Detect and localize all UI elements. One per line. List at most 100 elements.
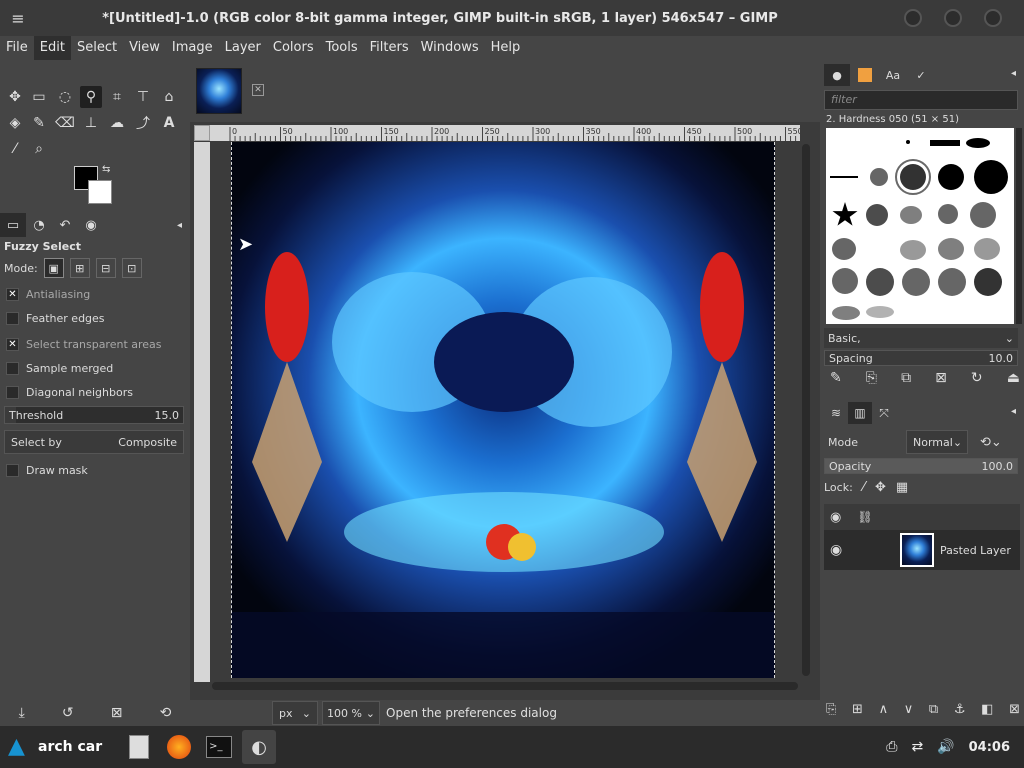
- start-menu[interactable]: ▲ arch car: [8, 735, 102, 759]
- patterns-tab-icon[interactable]: [852, 64, 878, 86]
- paintbrush-icon[interactable]: ✎: [28, 112, 50, 134]
- new-layer-icon[interactable]: ⎘: [826, 702, 836, 717]
- move-tool-icon[interactable]: ✥: [4, 86, 26, 108]
- brush-item[interactable]: [832, 202, 858, 226]
- minimize-button[interactable]: [904, 9, 922, 27]
- brush-item[interactable]: [900, 206, 922, 224]
- brush-item[interactable]: [866, 306, 894, 318]
- brush-item[interactable]: [930, 140, 960, 146]
- delete-layer-icon[interactable]: ⊠: [1009, 702, 1020, 717]
- brush-item[interactable]: [906, 140, 910, 144]
- lock-position-icon[interactable]: ✥: [875, 480, 886, 495]
- brush-scrollbar[interactable]: [1016, 128, 1022, 324]
- brush-item[interactable]: [866, 204, 888, 226]
- maximize-button[interactable]: [944, 9, 962, 27]
- brush-item[interactable]: [900, 240, 926, 260]
- close-button[interactable]: [984, 9, 1002, 27]
- gimp-task-icon[interactable]: ◐: [242, 730, 277, 764]
- restore-options-icon[interactable]: ↺: [62, 705, 74, 721]
- smudge-tool-icon[interactable]: ☁: [106, 112, 128, 134]
- color-picker-icon[interactable]: ⁄: [4, 138, 26, 160]
- bucket-fill-icon[interactable]: ◈: [4, 112, 26, 134]
- configure-tab-icon[interactable]: ◂: [177, 220, 182, 231]
- eraser-icon[interactable]: ⌫: [54, 112, 76, 134]
- open-brush-icon[interactable]: ⏏: [1007, 370, 1020, 386]
- brush-filter-input[interactable]: filter: [824, 90, 1018, 110]
- delete-brush-icon[interactable]: ⊠: [935, 370, 947, 386]
- menu-tools[interactable]: Tools: [320, 36, 364, 60]
- lower-layer-icon[interactable]: ∨: [904, 702, 914, 717]
- brush-item[interactable]: [970, 202, 996, 228]
- fuzzy-select-tool-icon[interactable]: ⚲: [80, 86, 102, 108]
- brush-item[interactable]: [974, 238, 1000, 260]
- lock-alpha-icon[interactable]: ▦: [896, 480, 908, 495]
- new-layer-group-icon[interactable]: ⊞: [852, 702, 863, 717]
- duplicate-brush-icon[interactable]: ⧉: [901, 370, 911, 386]
- reset-options-icon[interactable]: ⟲: [160, 705, 172, 721]
- canvas-area[interactable]: [210, 142, 790, 682]
- lock-pixels-icon[interactable]: ⁄: [863, 480, 865, 495]
- brush-item[interactable]: [830, 176, 858, 178]
- diagonal-neighbors-checkbox[interactable]: Diagonal neighbors: [6, 386, 133, 399]
- background-color[interactable]: [88, 180, 112, 204]
- zoom-dropdown[interactable]: 100 % ⌄: [322, 701, 380, 725]
- menu-file[interactable]: File: [0, 36, 34, 60]
- zoom-tool-icon[interactable]: ⌕: [28, 138, 50, 160]
- brush-item-selected[interactable]: [895, 159, 931, 195]
- select-by-dropdown[interactable]: Select by Composite: [4, 430, 184, 454]
- brush-item[interactable]: [832, 268, 858, 294]
- volume-icon[interactable]: 🔊: [937, 739, 954, 755]
- lasso-tool-icon[interactable]: ◌: [54, 86, 76, 108]
- channels-tab-icon[interactable]: ▥: [848, 402, 872, 424]
- eye-icon[interactable]: ◉: [830, 542, 842, 558]
- configure-tab-icon[interactable]: ◂: [1011, 68, 1016, 79]
- raise-layer-icon[interactable]: ∧: [879, 702, 889, 717]
- menu-select[interactable]: Select: [71, 36, 123, 60]
- layers-tab-icon[interactable]: ≋: [824, 402, 848, 424]
- vertical-scrollbar[interactable]: [802, 144, 810, 676]
- unit-dropdown[interactable]: px ⌄: [272, 701, 318, 725]
- paths-tab-icon[interactable]: ⤧: [872, 402, 896, 424]
- brush-item[interactable]: [938, 164, 964, 190]
- opacity-slider[interactable]: Opacity 100.0: [824, 458, 1018, 474]
- swap-colors-icon[interactable]: ⇆: [102, 164, 110, 175]
- layer-row[interactable]: ◉ Pasted Layer: [824, 530, 1020, 570]
- menu-image[interactable]: Image: [166, 36, 219, 60]
- brush-item[interactable]: [966, 138, 990, 148]
- fonts-tab-icon[interactable]: Aa: [880, 64, 906, 86]
- menu-filters[interactable]: Filters: [364, 36, 415, 60]
- paths-tool-icon[interactable]: ⤴: [132, 112, 154, 134]
- draw-mask-checkbox[interactable]: Draw mask: [6, 464, 88, 477]
- reset-mode-icon[interactable]: ⟲⌄: [980, 435, 1002, 450]
- brushes-tab-icon[interactable]: ●: [824, 64, 850, 86]
- document-history-tab-icon[interactable]: ✓: [908, 64, 934, 86]
- clone-tool-icon[interactable]: ⊥: [80, 112, 102, 134]
- sample-merged-checkbox[interactable]: Sample merged: [6, 362, 113, 375]
- edit-brush-icon[interactable]: ✎: [830, 370, 842, 386]
- brush-item[interactable]: [974, 160, 1008, 194]
- mask-layer-icon[interactable]: ◧: [981, 702, 993, 717]
- horizontal-scrollbar[interactable]: [212, 682, 798, 690]
- crop-tool-icon[interactable]: ⌗: [106, 86, 128, 108]
- window-menu-icon[interactable]: ≡: [0, 9, 36, 28]
- device-status-tab-icon[interactable]: ◔: [26, 213, 52, 237]
- mode-subtract-icon[interactable]: ⊟: [95, 258, 116, 278]
- image-canvas[interactable]: [231, 142, 775, 678]
- warp-tool-icon[interactable]: ⌂: [158, 86, 180, 108]
- layer-name[interactable]: Pasted Layer: [940, 544, 1011, 557]
- save-options-icon[interactable]: ⤓: [19, 705, 25, 721]
- clock[interactable]: 04:06: [969, 740, 1010, 755]
- brush-item[interactable]: [832, 306, 860, 320]
- brush-item[interactable]: [974, 268, 1002, 296]
- undo-history-tab-icon[interactable]: ↶: [52, 213, 78, 237]
- brush-tag-dropdown[interactable]: Basic, ⌄: [824, 328, 1018, 348]
- menu-colors[interactable]: Colors: [267, 36, 320, 60]
- menu-help[interactable]: Help: [485, 36, 527, 60]
- menu-view[interactable]: View: [123, 36, 166, 60]
- rect-select-tool-icon[interactable]: ▭: [28, 86, 50, 108]
- layer-mode-dropdown[interactable]: Normal ⌄: [906, 430, 968, 454]
- menu-windows[interactable]: Windows: [415, 36, 485, 60]
- visibility-header-icon[interactable]: ◉: [830, 510, 841, 525]
- brush-item[interactable]: [870, 168, 888, 186]
- antialiasing-checkbox[interactable]: ✕ Antialiasing: [6, 288, 90, 301]
